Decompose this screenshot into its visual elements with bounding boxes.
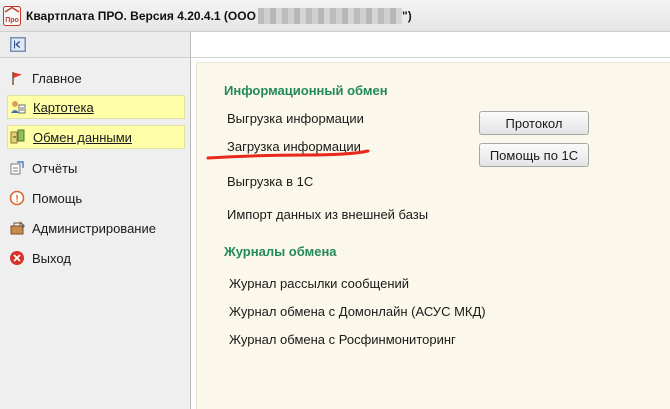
link-export-to-1c[interactable]: Выгрузка в 1С (227, 174, 313, 189)
sidebar-item-label: Помощь (32, 190, 83, 206)
sidebar-item-data-exchange[interactable]: Обмен данными (7, 125, 185, 149)
sidebar-item-label: Отчёты (32, 160, 78, 176)
link-export-information[interactable]: Выгрузка информации (227, 111, 364, 126)
sidebar-item-reports[interactable]: Отчёты (7, 156, 185, 180)
admin-icon (10, 221, 25, 235)
link-journal-domonline[interactable]: Журнал обмена с Домонлайн (АСУС МКД) (229, 304, 486, 319)
sidebar-item-cards[interactable]: Картотека (7, 95, 185, 119)
exit-icon (10, 251, 24, 265)
link-import-external-database[interactable]: Импорт данных из внешней базы (227, 207, 428, 222)
link-journal-mailing[interactable]: Журнал рассылки сообщений (229, 276, 409, 291)
window-title: Квартплата ПРО. Версия 4.20.4.1 (ООО " (26, 9, 265, 23)
sidebar-item-help[interactable]: ! Помощь (7, 186, 185, 210)
sidebar-item-label: Главное (32, 70, 82, 86)
svg-text:Про: Про (5, 17, 19, 24)
reports-icon (10, 161, 24, 175)
sidebar: Главное Картотека Обмен данными Отчёты !… (0, 58, 191, 409)
link-journal-rosfinmonitoring[interactable]: Журнал обмена с Росфинмониторинг (229, 332, 456, 347)
sidebar-item-main[interactable]: Главное (7, 66, 185, 90)
redacted-company-name (258, 8, 402, 24)
sidebar-item-administration[interactable]: Администрирование (7, 216, 185, 240)
sidebar-item-label: Выход (32, 250, 71, 266)
sidebar-item-label: Картотека (33, 99, 94, 115)
sidebar-item-label: Обмен данными (33, 129, 132, 145)
protocol-button[interactable]: Протокол (479, 111, 589, 135)
window-title-bar: Про Квартплата ПРО. Версия 4.20.4.1 (ООО… (0, 0, 670, 32)
sidebar-item-label: Администрирование (32, 220, 156, 236)
help-1c-button[interactable]: Помощь по 1С (479, 143, 589, 167)
collapse-panel-icon[interactable] (10, 37, 26, 52)
exchange-icon (10, 129, 25, 144)
cards-icon (11, 101, 26, 114)
flag-icon (12, 72, 22, 85)
section-title-information-exchange: Информационный обмен (224, 83, 388, 98)
content-toolbar (191, 32, 670, 58)
window-title-suffix: ") (402, 9, 412, 23)
app-logo-icon: Про (3, 6, 21, 26)
section-title-exchange-journals: Журналы обмена (224, 244, 337, 259)
sidebar-item-exit[interactable]: Выход (7, 246, 185, 270)
link-import-information[interactable]: Загрузка информации (227, 139, 361, 154)
svg-text:!: ! (15, 194, 18, 205)
navigation-toolbar (0, 32, 191, 58)
help-icon: ! (9, 190, 25, 206)
